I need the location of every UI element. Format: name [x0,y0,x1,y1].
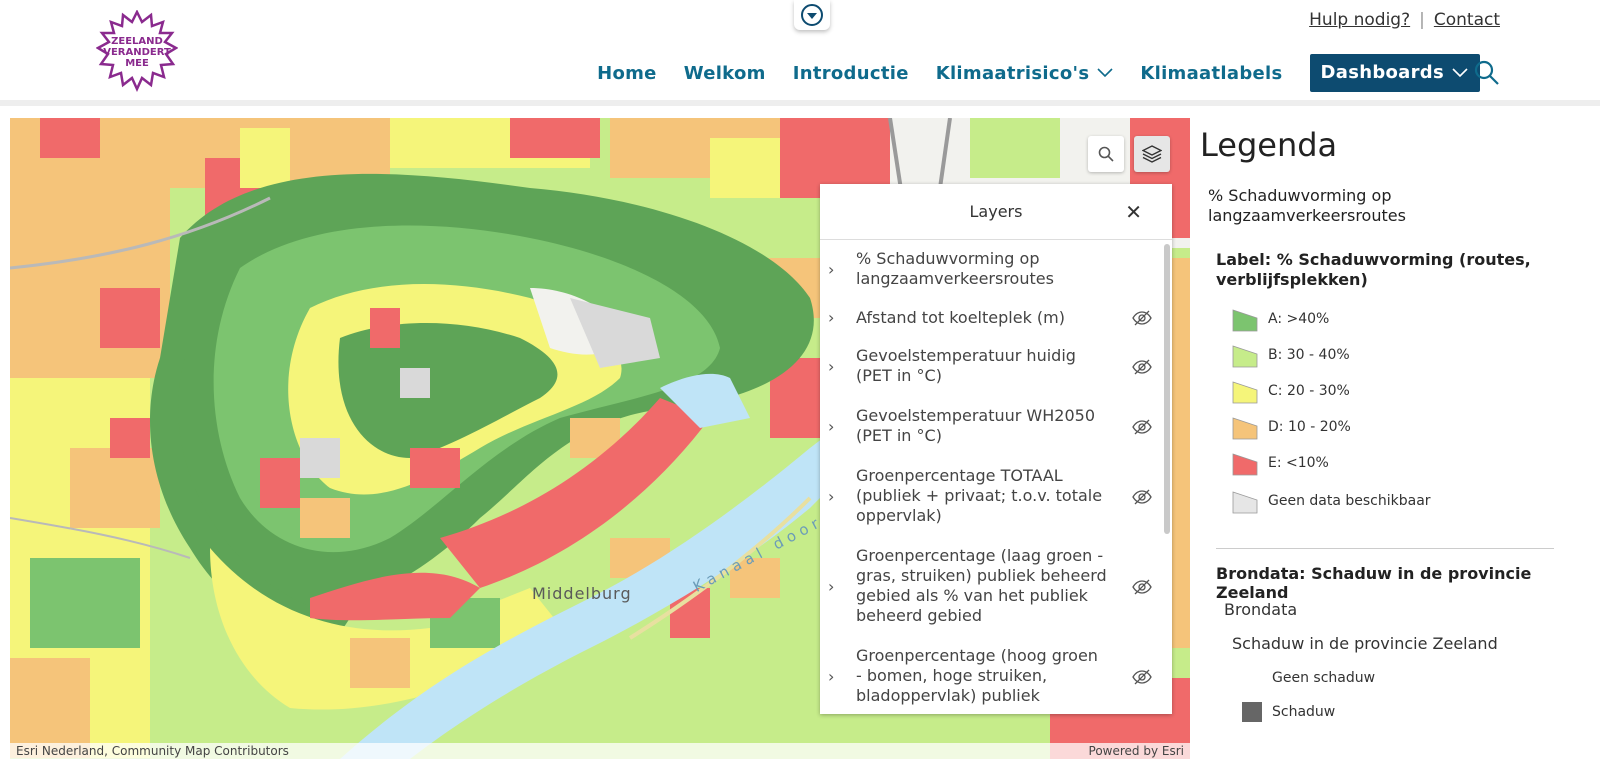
layers-panel-title: Layers [969,202,1023,221]
legend-swatch [1232,309,1258,332]
nav-dashboards[interactable]: Dashboards [1309,54,1480,92]
legend-divider [1216,548,1554,549]
layer-label: Gevoelstemperatuur WH2050 (PET in °C) [856,406,1095,445]
attribution-text: Esri Nederland, Community Map Contributo… [16,744,289,758]
layer-item[interactable]: › Groenpercentage (hoog groen - bomen, h… [820,637,1164,714]
legend-field-title: Label: % Schaduwvorming (routes, verblij… [1216,250,1531,289]
map-search-button[interactable] [1088,136,1124,172]
divider: | [1419,10,1425,30]
layer-item[interactable]: › Gevoelstemperatuur WH2050 (PET in °C) [820,397,1164,457]
nav-label: Klimaatrisico's [935,62,1090,84]
legend-source-item: Geen schaduw [1272,670,1376,686]
nav-klimaatlabels[interactable]: Klimaatlabels [1140,63,1282,84]
visibility-off-icon[interactable] [1132,419,1152,435]
legend-class-row: D: 10 - 20% [1232,414,1351,440]
legend-class-label: Schaduw [1272,704,1336,720]
legend-swatch [1232,381,1258,404]
visibility-off-icon[interactable] [1132,359,1152,375]
utility-links: Hulp nodig? | Contact [1309,10,1500,30]
layers-panel-header: Layers ✕ [820,184,1172,240]
legend-class-label: A: >40% [1268,311,1330,327]
help-link[interactable]: Hulp nodig? [1309,10,1410,30]
legend-source-group: Brondata [1224,600,1298,619]
nav-label: Klimaatlabels [1140,62,1283,84]
nav-label: Introductie [792,62,909,84]
main-nav: Home Welkom Introductie Klimaatrisico's … [570,54,1480,92]
legend-class-label: D: 10 - 20% [1268,419,1351,435]
legend-swatch [1232,453,1258,476]
nav-klimaatrisicos[interactable]: Klimaatrisico's [936,63,1114,84]
chevron-down-icon [1452,67,1468,77]
layer-list: › % Schaduwvorming op langzaamverkeersro… [820,241,1164,714]
legend-layer-title: % Schaduwvorming op langzaamverkeersrout… [1208,186,1406,225]
zeeland-verandert-mee-logo[interactable]: ZEELAND VERANDERT MEE [96,10,178,92]
nav-introductie[interactable]: Introductie [793,63,909,84]
layer-label: Groenpercentage TOTAAL (publiek + privaa… [856,466,1103,525]
legend-class-label: C: 20 - 30% [1268,383,1350,399]
visibility-off-icon[interactable] [1132,310,1152,326]
legend-class-label: E: <10% [1268,455,1329,471]
chevron-right-icon[interactable]: › [828,357,834,377]
chevron-right-icon[interactable]: › [828,487,834,507]
legend-class-row: E: <10% [1232,450,1329,476]
legend-swatch [1242,702,1262,722]
layer-item[interactable]: › Groenpercentage TOTAAL (publiek + priv… [820,457,1164,537]
city-label: Middelburg [532,584,632,603]
layers-icon [1142,145,1162,163]
legend-title: Legenda [1200,126,1338,164]
map-attribution: Esri Nederland, Community Map Contributo… [10,743,1190,759]
legend-swatch [1232,417,1258,440]
legend-class-label: Geen data beschikbaar [1268,493,1431,509]
nav-label: Welkom [683,62,766,84]
legend-panel: Legenda % Schaduwvorming op langzaamverk… [1190,118,1600,759]
legend-swatch [1232,345,1258,368]
svg-text:VERANDERT: VERANDERT [103,47,171,58]
legend-source-layer: Schaduw in de provincie Zeeland [1232,634,1498,653]
layer-list-scrollbar[interactable] [1164,244,1170,534]
layer-item[interactable]: › % Schaduwvorming op langzaamverkeersro… [820,241,1164,299]
legend-swatch [1232,491,1258,514]
legend-source-title: Brondata: Schaduw in de provincie Zeelan… [1216,564,1532,602]
svg-text:MEE: MEE [125,58,149,69]
search-icon[interactable] [1474,60,1500,86]
visibility-off-icon[interactable] [1132,489,1152,505]
layer-item[interactable]: › Gevoelstemperatuur huidig (PET in °C) [820,337,1164,397]
nav-label: Dashboards [1320,62,1444,83]
chevron-down-icon [1097,68,1113,78]
chevron-down-circle-icon [801,4,823,26]
layer-label: Afstand tot koelteplek (m) [856,308,1065,327]
collapse-header-button[interactable] [794,0,830,30]
nav-home[interactable]: Home [597,63,657,84]
legend-class-row: B: 30 - 40% [1232,342,1350,368]
chevron-right-icon[interactable]: › [828,417,834,437]
layer-item[interactable]: › Afstand tot koelteplek (m) [820,299,1164,337]
nav-welkom[interactable]: Welkom [684,63,766,84]
visibility-off-icon[interactable] [1132,579,1152,595]
legend-class-row: A: >40% [1232,306,1329,332]
layers-panel: Layers ✕ › % Schaduwvorming op langzaamv… [820,184,1172,714]
contact-link[interactable]: Contact [1434,10,1500,30]
layer-item[interactable]: › Groenpercentage (laag groen - gras, st… [820,537,1164,637]
layer-label: Groenpercentage (laag groen - gras, stru… [856,546,1107,625]
site-header: ZEELAND VERANDERT MEE Hulp nodig? | Cont… [0,0,1600,106]
visibility-off-icon[interactable] [1132,669,1152,685]
powered-by-esri-link[interactable]: Powered by Esri [1089,743,1184,759]
legend-class-row: Geen data beschikbaar [1232,488,1431,514]
chevron-right-icon[interactable]: › [828,667,834,687]
nav-label: Home [597,62,657,84]
layer-label: Groenpercentage (hoog groen - bomen, hog… [856,646,1098,705]
chevron-right-icon[interactable]: › [828,308,834,328]
legend-source-item: Schaduw [1242,702,1335,722]
legend-class-row: C: 20 - 30% [1232,378,1350,404]
close-icon[interactable]: ✕ [1125,200,1142,224]
layer-label: % Schaduwvorming op langzaamverkeersrout… [856,249,1054,288]
layers-toggle-button[interactable] [1134,136,1170,172]
chevron-right-icon[interactable]: › [828,577,834,597]
layer-label: Gevoelstemperatuur huidig (PET in °C) [856,346,1076,385]
chevron-right-icon[interactable]: › [828,260,834,280]
svg-text:ZEELAND: ZEELAND [111,36,163,47]
legend-class-label: B: 30 - 40% [1268,347,1350,363]
search-icon [1098,146,1114,162]
